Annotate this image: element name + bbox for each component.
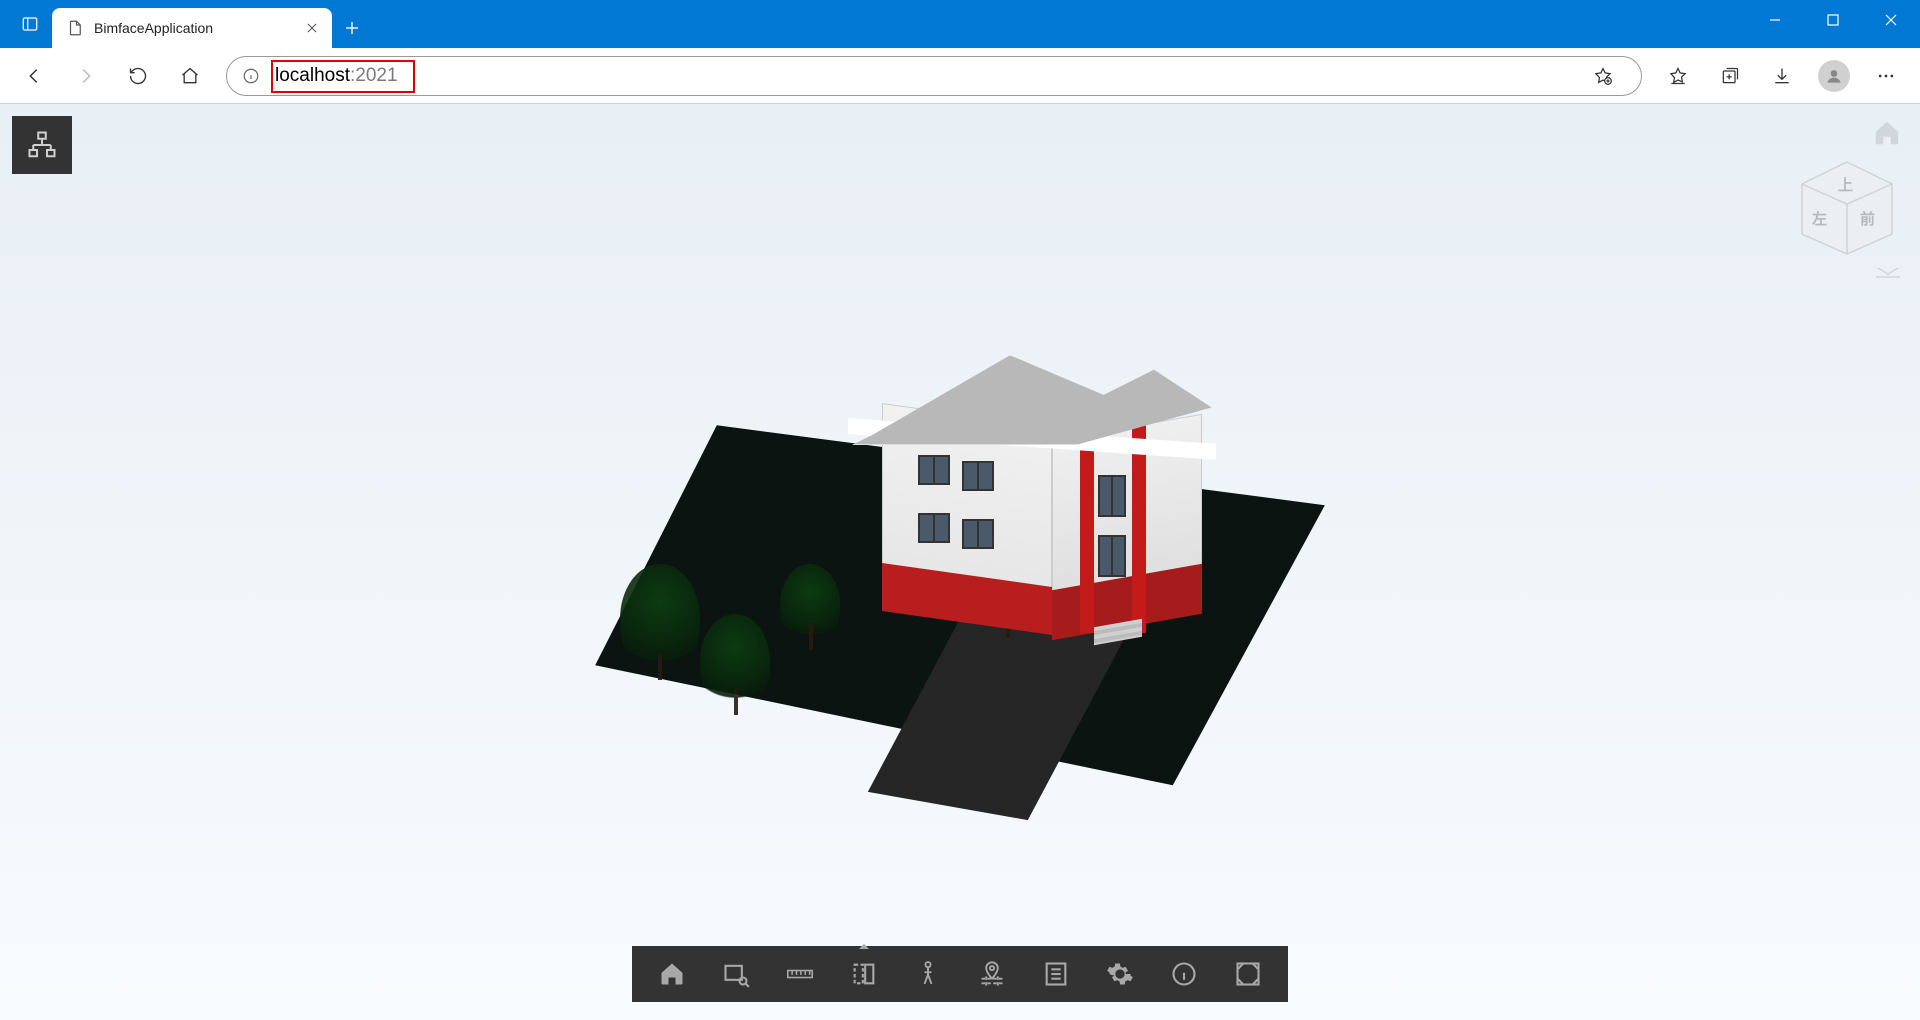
favorites-button[interactable] bbox=[1654, 54, 1702, 98]
toolbar-properties-button[interactable] bbox=[1028, 946, 1084, 1002]
window-maximize-button[interactable] bbox=[1804, 0, 1862, 40]
browser-title-bar: BimfaceApplication bbox=[0, 0, 1920, 48]
tab-close-button[interactable] bbox=[302, 18, 322, 38]
viewcube-front-face[interactable]: 前 bbox=[1860, 208, 1875, 229]
tab-strip: BimfaceApplication bbox=[0, 0, 372, 48]
tree bbox=[780, 564, 840, 644]
viewer-canvas[interactable]: 上 左 前 bbox=[0, 104, 1920, 1020]
back-button[interactable] bbox=[10, 54, 58, 98]
viewcube-expand-button[interactable] bbox=[1874, 264, 1902, 280]
downloads-button[interactable] bbox=[1758, 54, 1806, 98]
new-tab-button[interactable] bbox=[332, 8, 372, 48]
tab-title: BimfaceApplication bbox=[94, 20, 292, 36]
toolbar-zoom-rect-button[interactable] bbox=[708, 946, 764, 1002]
add-favorite-button[interactable] bbox=[1579, 54, 1627, 98]
toolbar-map-button[interactable] bbox=[964, 946, 1020, 1002]
url-text[interactable]: localhost:2021 bbox=[271, 63, 402, 89]
toolbar-walk-button[interactable] bbox=[900, 946, 956, 1002]
viewcube-home-button[interactable] bbox=[1872, 118, 1902, 148]
collections-button[interactable] bbox=[1706, 54, 1754, 98]
view-gadgets: 上 左 前 bbox=[1792, 118, 1902, 280]
menu-button[interactable] bbox=[1862, 54, 1910, 98]
tree bbox=[620, 564, 700, 674]
profile-button[interactable] bbox=[1810, 54, 1858, 98]
forward-button[interactable] bbox=[62, 54, 110, 98]
toolbar-home-button[interactable] bbox=[644, 946, 700, 1002]
model-tree-button[interactable] bbox=[12, 116, 72, 174]
site-info-icon[interactable] bbox=[241, 66, 261, 86]
toolbar-settings-button[interactable] bbox=[1092, 946, 1148, 1002]
home-button[interactable] bbox=[166, 54, 214, 98]
building-model bbox=[882, 345, 1202, 635]
tree bbox=[700, 614, 770, 709]
tab-actions-button[interactable] bbox=[8, 2, 52, 46]
refresh-button[interactable] bbox=[114, 54, 162, 98]
window-controls bbox=[1746, 0, 1920, 48]
url-port: :2021 bbox=[350, 65, 398, 87]
window-minimize-button[interactable] bbox=[1746, 0, 1804, 40]
viewcube-top-face[interactable]: 上 bbox=[1838, 174, 1853, 195]
url-host: localhost bbox=[275, 65, 350, 87]
browser-tab[interactable]: BimfaceApplication bbox=[52, 8, 332, 48]
address-bar[interactable]: localhost:2021 bbox=[226, 56, 1642, 96]
dropdown-caret-icon bbox=[859, 944, 869, 949]
toolbar-info-button[interactable] bbox=[1156, 946, 1212, 1002]
toolbar-measure-button[interactable] bbox=[772, 946, 828, 1002]
avatar-icon bbox=[1818, 60, 1850, 92]
model-scene bbox=[470, 234, 1450, 854]
viewcube-left-face[interactable]: 左 bbox=[1812, 208, 1827, 229]
toolbar-section-button[interactable] bbox=[836, 946, 892, 1002]
viewer-toolbar bbox=[632, 946, 1288, 1002]
page-icon bbox=[66, 19, 84, 37]
view-cube[interactable]: 上 左 前 bbox=[1792, 156, 1902, 256]
browser-toolbar: localhost:2021 bbox=[0, 48, 1920, 104]
window-close-button[interactable] bbox=[1862, 0, 1920, 40]
toolbar-fullscreen-button[interactable] bbox=[1220, 946, 1276, 1002]
